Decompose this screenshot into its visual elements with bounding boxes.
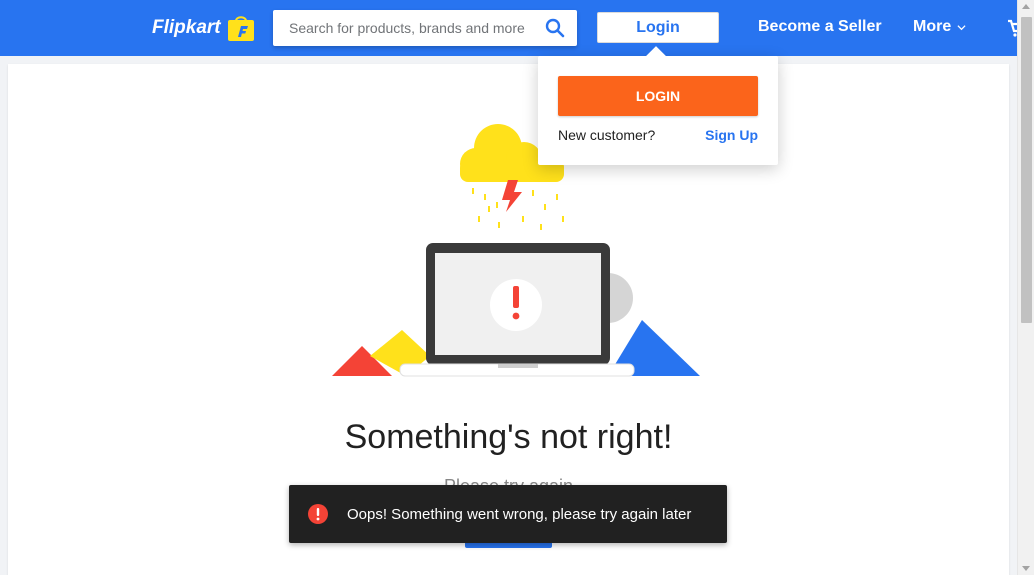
login-button[interactable]: Login	[597, 12, 719, 43]
logo-text: Flipkart	[152, 17, 221, 38]
become-seller-link[interactable]: Become a Seller	[758, 18, 882, 36]
scroll-up-arrow-icon[interactable]	[1022, 4, 1030, 9]
login-dropdown: LOGIN New customer? Sign Up	[538, 46, 778, 165]
more-label: More	[913, 18, 952, 35]
scroll-thumb[interactable]	[1021, 17, 1032, 323]
more-menu[interactable]: More	[913, 18, 966, 36]
error-toast: Oops! Something went wrong, please try a…	[289, 485, 727, 543]
page-scrollbar[interactable]	[1017, 0, 1034, 575]
flipkart-logo[interactable]: Flipkart	[152, 14, 255, 42]
toast-message: Oops! Something went wrong, please try a…	[347, 505, 692, 523]
logo-bag-icon	[227, 16, 254, 41]
search-bar	[273, 10, 577, 46]
chevron-down-icon	[957, 24, 966, 30]
error-headline: Something's not right!	[344, 418, 673, 456]
signup-link[interactable]: Sign Up	[705, 127, 758, 143]
new-customer-label: New customer?	[558, 127, 656, 143]
alert-icon	[308, 504, 328, 524]
search-icon[interactable]	[545, 18, 565, 38]
scroll-down-arrow-icon[interactable]	[1022, 566, 1030, 571]
search-input[interactable]	[273, 10, 533, 46]
top-navbar: Flipkart Login Become a Seller More	[0, 0, 1034, 56]
dropdown-login-button[interactable]: LOGIN	[558, 76, 758, 116]
